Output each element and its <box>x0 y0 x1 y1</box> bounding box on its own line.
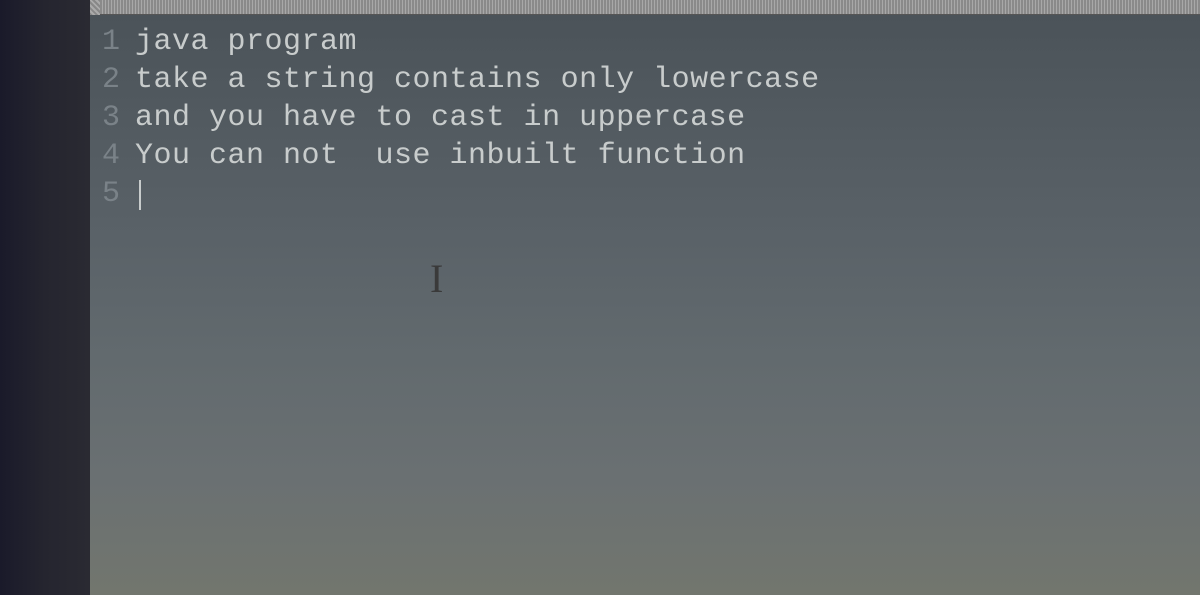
line-number: 2 <box>90 61 135 99</box>
editor-line[interactable]: 4 You can not use inbuilt function <box>90 137 1200 175</box>
editor-line[interactable]: 1 java program <box>90 23 1200 61</box>
editor-top-ruler <box>90 0 1200 15</box>
editor-line[interactable]: 3 and you have to cast in uppercase <box>90 99 1200 137</box>
editor-line[interactable]: 2 take a string contains only lowercase <box>90 61 1200 99</box>
line-number: 5 <box>90 175 135 213</box>
line-content[interactable]: take a string contains only lowercase <box>135 61 820 99</box>
scrollbar-corner <box>90 0 100 15</box>
line-number: 1 <box>90 23 135 61</box>
line-number: 3 <box>90 99 135 137</box>
line-content[interactable]: and you have to cast in uppercase <box>135 99 746 137</box>
line-number: 4 <box>90 137 135 175</box>
text-mouse-cursor-icon: I <box>430 255 443 302</box>
window-left-border <box>0 0 90 595</box>
text-cursor <box>139 180 141 210</box>
line-content[interactable]: You can not use inbuilt function <box>135 137 746 175</box>
line-content[interactable]: java program <box>135 23 357 61</box>
line-content[interactable] <box>135 175 141 213</box>
editor-line[interactable]: 5 <box>90 175 1200 213</box>
code-editor-area[interactable]: 1 java program 2 take a string contains … <box>90 15 1200 595</box>
